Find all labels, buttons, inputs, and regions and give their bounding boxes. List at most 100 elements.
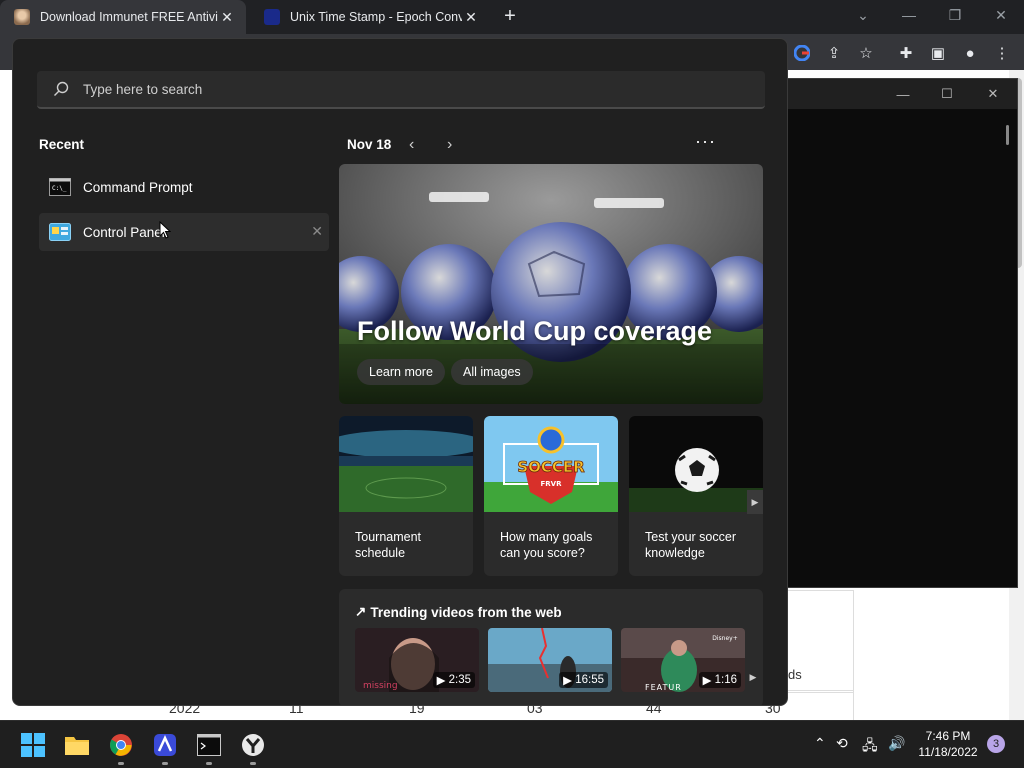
play-icon: ▶ [702, 675, 715, 687]
duration-text: 2:35 [448, 674, 471, 686]
profile-icon[interactable]: ● [959, 42, 981, 64]
svg-text:Disney+: Disney+ [712, 635, 738, 642]
card-soccer-game[interactable]: SOCCER FRVR How many goals can you score… [484, 416, 618, 576]
video-duration: ▶ 1:16 [698, 672, 741, 688]
recent-item-label: Command Prompt [83, 179, 193, 195]
more-options-icon[interactable]: ··· [695, 131, 716, 152]
folder-icon [65, 737, 89, 755]
taskbar-chrome[interactable] [106, 730, 136, 765]
stadium-image [339, 416, 473, 512]
notification-badge[interactable]: 3 [987, 735, 1005, 753]
learn-more-button[interactable]: Learn more [357, 359, 445, 385]
frvr-logo-text: FRVR [541, 480, 563, 488]
browser-tab-epoch[interactable]: Unix Time Stamp - Epoch Converter ✕ [250, 0, 490, 34]
sync-icon[interactable]: ⟲ [836, 735, 848, 752]
cmd-close-button[interactable]: ✕ [971, 79, 1015, 109]
search-icon [54, 81, 69, 96]
page-text-fragment: ds [788, 667, 802, 682]
trending-title: Trending videos from the web [370, 604, 562, 620]
card-caption: Test your soccer knowledge [645, 530, 737, 560]
new-tab-button[interactable]: + [500, 6, 520, 26]
taskbar-file-explorer[interactable] [62, 730, 92, 760]
start-search-box[interactable] [37, 71, 765, 109]
remove-recent-icon[interactable]: ✕ [311, 223, 323, 240]
cmd-scrollbar-thumb[interactable] [1006, 125, 1009, 145]
start-menu: Recent C:\_ Command Prompt Control Panel… [12, 38, 788, 706]
start-button[interactable] [18, 730, 48, 760]
windows-logo-icon [21, 733, 45, 757]
videos-next-arrow-icon[interactable]: ▶ [747, 665, 759, 689]
extensions-icon[interactable]: ✚ [895, 42, 917, 64]
card-caption: How many goals can you score? [500, 530, 593, 560]
clock-app-icon [242, 734, 264, 756]
system-clock[interactable]: 7:46 PM 11/18/2022 [914, 728, 982, 760]
previous-day-icon[interactable]: ‹ [409, 136, 414, 154]
taskbar-app[interactable] [150, 730, 180, 765]
soccer-frvr-image: SOCCER FRVR [484, 416, 618, 512]
trending-video-3[interactable]: Disney+ FEATUR ▶ 1:16 [621, 628, 745, 692]
close-window-button[interactable]: ✕ [978, 0, 1024, 30]
browser-tab-strip: Download Immunet FREE Antivirus ✕ Unix T… [0, 0, 1024, 34]
video-duration: ▶ 2:35 [432, 672, 475, 688]
video-overlay-text: missing [363, 681, 398, 691]
trending-arrow-icon: ↗ [355, 604, 367, 619]
show-hidden-icons-icon[interactable]: ⌃ [814, 735, 826, 752]
tab-search-chevron-icon[interactable]: ⌄ [840, 0, 886, 30]
command-prompt-icon [197, 734, 221, 756]
minimize-button[interactable]: — [886, 0, 932, 30]
recent-item-control-panel[interactable]: Control Panel ✕ [39, 213, 329, 251]
network-icon[interactable]: 🖧 [862, 735, 878, 759]
card-caption: Tournament schedule [355, 530, 422, 560]
running-indicator [118, 762, 124, 765]
video-duration: ▶ 16:55 [559, 672, 608, 688]
cmd-title-bar[interactable]: — ☐ ✕ [787, 79, 1017, 109]
clock-date: 11/18/2022 [918, 745, 978, 759]
running-indicator [162, 762, 168, 765]
soccer-ball-image [629, 416, 763, 512]
card-soccer-quiz[interactable]: Test your soccer knowledge [629, 416, 763, 576]
mouse-cursor-icon [159, 221, 171, 239]
taskbar-app-2[interactable] [238, 730, 268, 765]
recent-item-command-prompt[interactable]: C:\_ Command Prompt [39, 168, 329, 206]
card-tournament-schedule[interactable]: Tournament schedule [339, 416, 473, 576]
duration-text: 16:55 [575, 674, 604, 686]
taskbar-command-prompt[interactable] [194, 730, 224, 765]
play-icon: ▶ [436, 675, 449, 687]
volume-icon[interactable]: 🔊 [888, 735, 905, 752]
all-images-button[interactable]: All images [451, 359, 533, 385]
close-tab-icon[interactable]: ✕ [462, 9, 480, 26]
clock-time: 7:46 PM [925, 729, 971, 743]
taskbar: ⌃ ⟲ 🖧 🔊 7:46 PM 11/18/2022 3 [0, 720, 1024, 768]
immunet-favicon-icon [14, 9, 30, 25]
video-overlay-text: FEATUR [645, 683, 682, 692]
feed-date: Nov 18 [347, 137, 392, 152]
share-icon[interactable]: ⇪ [823, 42, 845, 64]
trending-heading: ↗ Trending videos from the web [355, 604, 562, 620]
hero-card[interactable]: Follow World Cup coverage Learn more All… [339, 164, 763, 404]
search-input[interactable] [81, 80, 681, 98]
recent-item-label: Control Panel [83, 224, 165, 240]
browser-tab-immunet[interactable]: Download Immunet FREE Antivirus ✕ [0, 0, 246, 34]
soccer-logo-text: SOCCER [517, 458, 585, 476]
cmd-maximize-button[interactable]: ☐ [925, 79, 969, 109]
google-icon[interactable] [791, 42, 813, 64]
recent-heading: Recent [39, 137, 85, 152]
trending-video-2[interactable]: ▶ 16:55 [488, 628, 612, 692]
running-indicator [250, 762, 256, 765]
bookmark-star-icon[interactable]: ☆ [855, 42, 877, 64]
command-prompt-window[interactable]: — ☐ ✕ [786, 78, 1018, 588]
cards-next-arrow-icon[interactable]: ▶ [747, 490, 763, 514]
restore-button[interactable]: ❐ [932, 0, 978, 30]
side-panel-icon[interactable]: ▣ [927, 42, 949, 64]
close-tab-icon[interactable]: ✕ [218, 9, 236, 26]
next-day-icon[interactable]: › [447, 136, 452, 154]
tab-title: Unix Time Stamp - Epoch Converter [290, 10, 462, 24]
app-arrow-icon [154, 734, 176, 756]
menu-kebab-icon[interactable]: ⋮ [991, 42, 1013, 64]
running-indicator [206, 762, 212, 765]
hero-title: Follow World Cup coverage [357, 316, 713, 346]
cmd-minimize-button[interactable]: — [881, 79, 925, 109]
trending-video-1[interactable]: missing ▶ 2:35 [355, 628, 479, 692]
play-icon: ▶ [563, 675, 576, 687]
command-prompt-icon: C:\_ [49, 178, 71, 196]
